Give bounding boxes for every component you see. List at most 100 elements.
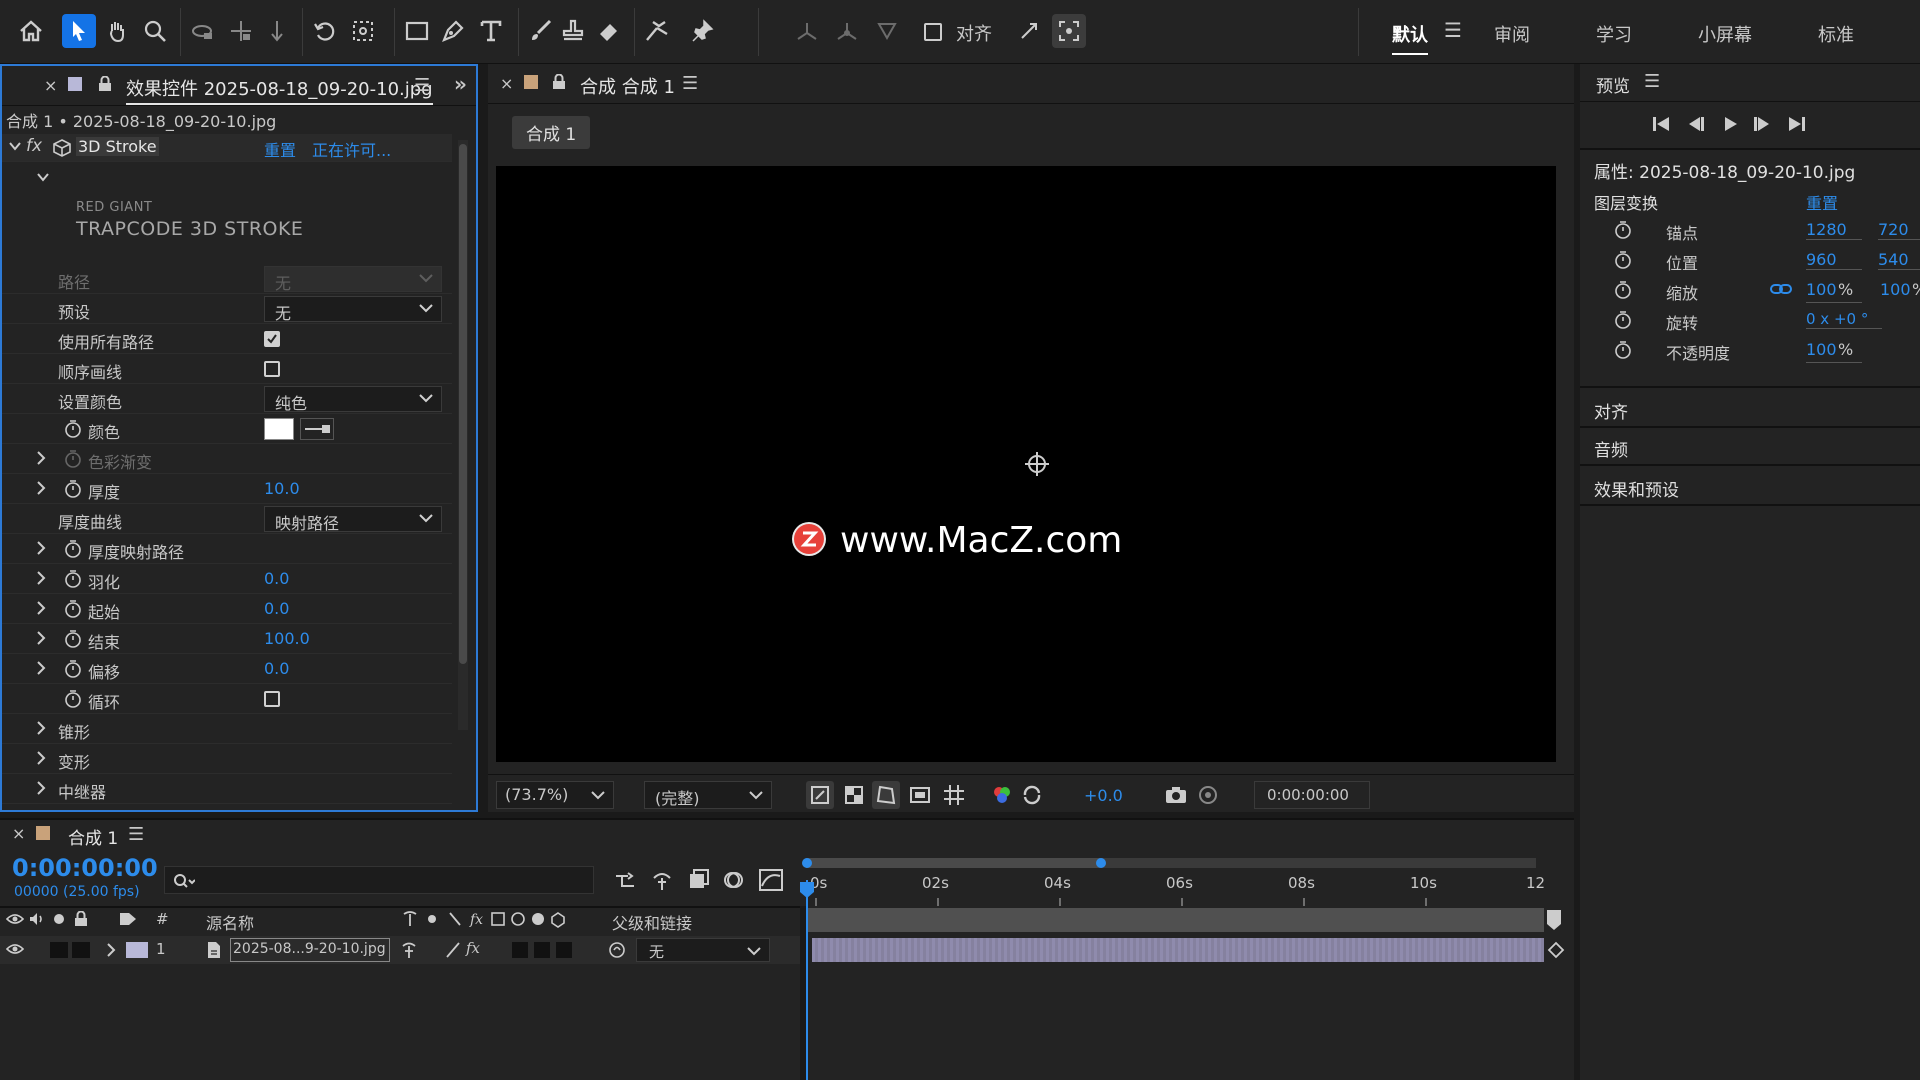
effect-reset-link[interactable]: 重置 xyxy=(264,137,296,161)
column-parent-link[interactable]: 父级和链接 xyxy=(612,910,692,934)
frame-blending-icon[interactable] xyxy=(686,868,710,892)
license-link[interactable]: 正在许可... xyxy=(312,137,391,161)
last-frame-icon[interactable] xyxy=(1786,114,1808,134)
close-tab-icon[interactable]: × xyxy=(44,76,57,95)
layer-name[interactable]: 2025-08...9-20-10.jpg xyxy=(230,938,390,962)
chevron-right-icon[interactable] xyxy=(34,570,48,586)
workspace-learn[interactable]: 学习 xyxy=(1596,21,1632,47)
local-axis-mode-icon[interactable] xyxy=(790,14,824,48)
stopwatch-icon[interactable] xyxy=(64,419,82,439)
offset-value[interactable]: 0.0 xyxy=(264,659,289,678)
color-management-icon[interactable] xyxy=(1018,781,1046,809)
transform-reset-link[interactable]: 重置 xyxy=(1806,190,1838,214)
chevron-right-icon[interactable] xyxy=(34,720,48,736)
chevron-right-icon[interactable] xyxy=(34,630,48,646)
layer-label-color[interactable] xyxy=(126,942,148,958)
anchor-x-value[interactable]: 1280 xyxy=(1806,220,1862,240)
thickness-curve-dropdown[interactable]: 映射路径 xyxy=(264,506,442,533)
timeline-current-time[interactable]: 0:00:00:00 xyxy=(12,854,158,882)
rotation-value[interactable]: 0 x +0 ° xyxy=(1806,310,1882,329)
roto-brush-tool-icon[interactable] xyxy=(640,14,674,48)
align-panel-title[interactable]: 对齐 xyxy=(1594,398,1628,423)
thickness-value[interactable]: 10.0 xyxy=(264,479,300,498)
layer-quality-switch-icon[interactable] xyxy=(444,941,462,959)
first-frame-icon[interactable] xyxy=(1650,114,1672,134)
eraser-tool-icon[interactable] xyxy=(592,14,626,48)
effects-presets-panel-title[interactable]: 效果和预设 xyxy=(1594,476,1679,501)
parent-dropdown[interactable]: 无 xyxy=(636,938,770,962)
stopwatch-icon[interactable] xyxy=(64,629,82,649)
stopwatch-icon[interactable] xyxy=(64,599,82,619)
view-axis-mode-icon[interactable] xyxy=(870,14,904,48)
current-time-display[interactable]: 0:00:00:00 xyxy=(1254,781,1370,809)
audio-panel-title[interactable]: 音频 xyxy=(1594,436,1628,461)
stopwatch-icon[interactable] xyxy=(64,659,82,679)
loop-checkbox[interactable] xyxy=(264,691,280,707)
parent-pick-whip-icon[interactable] xyxy=(608,941,626,959)
mask-visibility-icon[interactable] xyxy=(872,781,900,809)
layer-solo-switch[interactable] xyxy=(72,942,90,958)
stopwatch-icon[interactable] xyxy=(64,689,82,709)
stopwatch-icon[interactable] xyxy=(1614,220,1632,240)
workspace-menu-icon[interactable]: ☰ xyxy=(1444,18,1462,42)
snapshot-camera-icon[interactable] xyxy=(1162,781,1190,809)
layer-shy-switch-icon[interactable] xyxy=(400,941,418,959)
snap-edges-icon[interactable] xyxy=(1012,14,1046,48)
composition-canvas[interactable]: www.MacZ.com xyxy=(496,166,1556,762)
workspace-review[interactable]: 审阅 xyxy=(1494,21,1530,47)
stroke-sequentially-checkbox[interactable] xyxy=(264,361,280,377)
stopwatch-icon[interactable] xyxy=(64,569,82,589)
channel-icon[interactable] xyxy=(988,781,1016,809)
video-visibility-icon[interactable] xyxy=(6,912,24,926)
rotation-tool-icon[interactable] xyxy=(308,14,342,48)
scale-x-value[interactable]: 100 xyxy=(1806,280,1837,299)
hand-tool-icon[interactable] xyxy=(100,14,134,48)
feather-value[interactable]: 0.0 xyxy=(264,569,289,588)
set-color-dropdown[interactable]: 纯色 xyxy=(264,386,442,413)
graph-editor-icon[interactable] xyxy=(758,868,784,892)
stopwatch-icon[interactable] xyxy=(64,449,82,469)
scale-y-value[interactable]: 100 xyxy=(1880,280,1911,299)
layer-visibility-icon[interactable] xyxy=(6,942,24,956)
stopwatch-icon[interactable] xyxy=(64,479,82,499)
position-y-value[interactable]: 540 xyxy=(1878,250,1920,270)
workspace-small-screen[interactable]: 小屏幕 xyxy=(1698,21,1752,47)
stopwatch-icon[interactable] xyxy=(1614,340,1632,360)
chevron-right-icon[interactable] xyxy=(34,540,48,556)
fx-toggle-icon[interactable]: fx xyxy=(26,136,42,156)
column-source-name[interactable]: 源名称 xyxy=(206,910,254,934)
chevron-right-icon[interactable] xyxy=(34,450,48,466)
snap-features-icon[interactable] xyxy=(1052,14,1086,48)
anchor-y-value[interactable]: 720 xyxy=(1878,220,1920,240)
selection-tool-icon[interactable] xyxy=(62,14,96,48)
preset-dropdown[interactable]: 无 xyxy=(264,296,442,323)
use-all-paths-checkbox[interactable] xyxy=(264,331,280,347)
lock-icon[interactable] xyxy=(552,74,566,90)
effect-name[interactable]: 3D Stroke xyxy=(76,137,159,156)
solo-icon[interactable] xyxy=(54,914,64,924)
opacity-value[interactable]: 100 xyxy=(1806,340,1837,359)
panel-menu-icon[interactable]: ☰ xyxy=(128,824,144,845)
chevron-right-icon[interactable] xyxy=(34,780,48,796)
pen-tool-icon[interactable] xyxy=(436,14,470,48)
zoom-dropdown[interactable]: (73.7%) xyxy=(496,781,614,809)
layer-duration-bar[interactable] xyxy=(812,938,1544,962)
previous-frame-icon[interactable] xyxy=(1684,114,1706,134)
motion-blur-icon[interactable] xyxy=(722,868,746,892)
chevron-down-icon[interactable] xyxy=(8,139,22,153)
panel-menu-icon[interactable]: ☰ xyxy=(682,73,698,94)
color-swatch[interactable] xyxy=(264,418,294,440)
chevron-right-icon[interactable] xyxy=(34,750,48,766)
start-value[interactable]: 0.0 xyxy=(264,599,289,618)
anchor-point-icon[interactable] xyxy=(1023,450,1051,478)
show-snapshot-icon[interactable] xyxy=(1194,781,1222,809)
anchor-point-tool-icon[interactable] xyxy=(346,14,380,48)
align-checkbox[interactable] xyxy=(924,23,942,41)
puppet-pin-tool-icon[interactable] xyxy=(686,14,720,48)
fast-preview-icon[interactable] xyxy=(806,781,834,809)
comp-end-marker-icon[interactable] xyxy=(1546,908,1562,932)
layer-fx-switch[interactable]: fx xyxy=(466,939,480,957)
audio-icon[interactable] xyxy=(28,912,46,926)
brush-tool-icon[interactable] xyxy=(524,14,558,48)
stopwatch-icon[interactable] xyxy=(1614,250,1632,270)
